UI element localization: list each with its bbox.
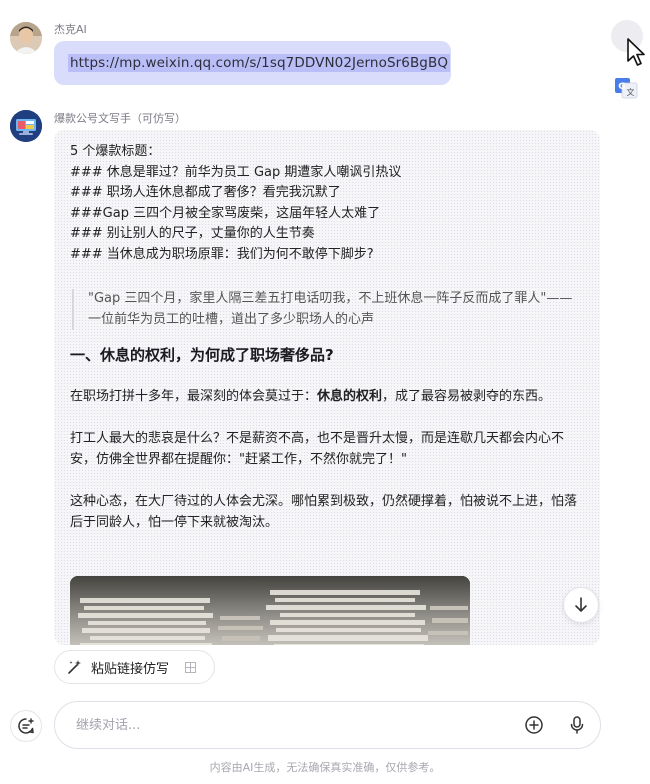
user-name: 杰克AI [54, 23, 87, 36]
new-chat-icon [18, 718, 34, 734]
bot-name: 爆款公号文写手（可仿写） [54, 112, 186, 125]
chat-input[interactable] [76, 717, 496, 733]
svg-text:文: 文 [627, 87, 635, 97]
chat-input-box[interactable] [54, 701, 601, 749]
grid-icon [185, 661, 197, 673]
paste-link-rewrite-button[interactable]: 粘贴链接仿写 [54, 650, 215, 684]
plus-circle-icon[interactable] [524, 715, 544, 735]
paste-link-label: 粘贴链接仿写 [91, 661, 170, 677]
title-item: ### 别让别人的尺子，丈量你的人生节奏 [70, 226, 315, 241]
translate-icon[interactable]: G 文 [614, 76, 638, 100]
title-item: ### 职场人连休息都成了奢侈？看完我沉默了 [70, 185, 341, 200]
paragraph-1-start: 在职场打拼十多年，最深刻的体会莫过于： [70, 389, 318, 404]
user-url-text[interactable]: https://mp.weixin.qq.com/s/1sq7DDVN02Jer… [68, 54, 451, 72]
title-item: ### 当休息成为职场原罪：我们为何不敢停下脚步? [70, 246, 374, 262]
article-image[interactable] [70, 576, 470, 645]
section-heading: 一、休息的权利，为何成了职场奢侈品? [70, 346, 334, 364]
paragraph-3: 这种心态，在大厂待过的人体会尤深。哪怕累到极致，仍然硬撑着，怕被说不上进，怕落后… [70, 494, 578, 530]
title-item: ### 休息是罪过？前华为员工 Gap 期遭家人嘲讽引热议 [70, 164, 402, 180]
bot-response: 5 个爆款标题： ### 休息是罪过？前华为员工 Gap 期遭家人嘲讽引热议 #… [54, 130, 600, 645]
microphone-icon[interactable] [567, 715, 587, 735]
paragraph-1-bold: 休息的权利 [317, 389, 383, 404]
scroll-down-button[interactable] [563, 587, 599, 623]
title-list: 5 个爆款标题： ### 休息是罪过？前华为员工 Gap 期遭家人嘲讽引热议 #… [70, 142, 584, 265]
bot-avatar [10, 110, 42, 142]
paragraph-1: 在职场打拼十多年，最深刻的体会莫过于：休息的权利，成了最容易被剥夺的东西。 [70, 386, 584, 407]
blockquote: "Gap 三四个月，家里人隔三差五打电话叨我，不上班休息一阵子反而成了罪人"——… [72, 289, 584, 330]
paragraph-1-end: ，成了最容易被剥夺的东西。 [382, 389, 552, 404]
magic-wand-icon [68, 660, 81, 674]
title-intro: 5 个爆款标题： [70, 144, 161, 159]
title-item: ###Gap 三四个月被全家骂废柴，这届年轻人太难了 [70, 205, 381, 221]
mouse-pointer-icon [627, 38, 645, 66]
paragraph-2: 打工人最大的悲哀是什么？不是薪资不高，也不是晋升太慢，而是连歇几天都会内心不安，… [70, 431, 565, 467]
user-url-bubble[interactable]: https://mp.weixin.qq.com/s/1sq7DDVN02Jer… [54, 41, 451, 85]
user-avatar [10, 22, 42, 54]
svg-text:G: G [618, 82, 625, 92]
new-chat-button[interactable] [10, 710, 42, 742]
ai-disclaimer: 内容由AI生成，无法确保真实准确，仅供参考。 [209, 761, 441, 774]
arrow-down-icon [575, 597, 587, 612]
